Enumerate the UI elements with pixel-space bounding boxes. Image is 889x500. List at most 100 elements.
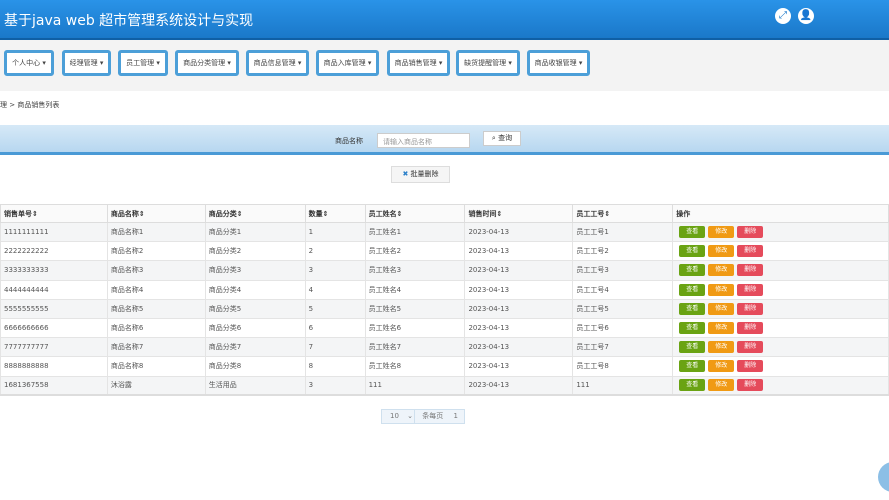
column-header[interactable]: 数量⇕ [304, 204, 366, 223]
table-cell: 3 [304, 260, 366, 281]
nav-menu-7[interactable]: 缺货提醒管理 ▾ [456, 50, 520, 76]
delete-button[interactable]: 删除 [737, 283, 764, 296]
column-header[interactable]: 商品名称⇕ [106, 204, 206, 223]
caret-down-icon: ▾ [297, 59, 302, 67]
view-button[interactable]: 查看 [679, 302, 706, 315]
table-cell: 2023-04-13 [464, 298, 574, 319]
nav-menu-2[interactable]: 员工管理 ▾ [118, 50, 168, 76]
view-button[interactable]: 查看 [679, 379, 706, 392]
column-header[interactable]: 商品分类⇕ [204, 204, 306, 223]
edit-button[interactable]: 修改 [708, 341, 735, 354]
table-cell: 2023-04-13 [464, 221, 574, 243]
batch-delete-button[interactable]: ✖ 批量删除 [391, 166, 450, 183]
sort-icon: ⇕ [604, 209, 611, 218]
view-button[interactable]: 查看 [679, 226, 706, 239]
pagination: 10 ⌄ 条每页 1 [381, 409, 465, 424]
view-button[interactable]: 查看 [679, 264, 706, 277]
view-button[interactable]: 查看 [679, 360, 706, 373]
delete-button[interactable]: 删除 [737, 226, 764, 239]
edit-button[interactable]: 修改 [708, 379, 735, 392]
user-icon[interactable]: 👤 [798, 8, 814, 24]
table-cell: 2023-04-13 [464, 375, 574, 396]
edit-button[interactable]: 修改 [708, 302, 735, 315]
edit-button[interactable]: 修改 [708, 322, 735, 335]
table-cell: 4 [304, 279, 366, 300]
table-cell: 生活用品 [204, 375, 306, 396]
nav-menu-8[interactable]: 商品收银管理 ▾ [527, 50, 590, 76]
edit-button[interactable]: 修改 [708, 264, 735, 277]
search-button[interactable]: ⌕ 查询 [483, 131, 521, 146]
close-icon: ✖ [402, 170, 411, 178]
search-input[interactable]: 请输入商品名称 [377, 133, 470, 148]
table-cell: 商品名称2 [106, 241, 206, 262]
table-row: 1681367558 沐浴露 生活用品 3 111 2023-04-13 111 查看 修改 删除 [0, 375, 889, 396]
column-header[interactable]: 销售时间⇕ [464, 204, 574, 223]
column-header[interactable]: 销售单号⇕ [0, 204, 108, 223]
edit-button[interactable]: 修改 [708, 226, 735, 239]
table-row: 2222222222 商品名称2 商品分类2 2 员工姓名2 2023-04-13 员工工号… [0, 241, 889, 262]
scroll-top-button[interactable] [878, 462, 889, 492]
column-header[interactable]: 员工姓名⇕ [364, 204, 466, 223]
table-cell: 员工姓名4 [364, 279, 466, 300]
view-button[interactable]: 查看 [679, 322, 706, 335]
nav-menu-5[interactable]: 商品入库管理 ▾ [316, 50, 379, 76]
table-cell: 商品分类5 [204, 298, 306, 319]
table-cell: 5 [304, 298, 366, 319]
delete-button[interactable]: 删除 [737, 245, 764, 258]
view-button[interactable]: 查看 [679, 341, 706, 354]
table-cell: 员工工号5 [572, 298, 674, 319]
edit-button[interactable]: 修改 [708, 360, 735, 373]
sort-icon: ⇕ [396, 209, 403, 218]
table-cell: 沐浴露 [106, 375, 206, 396]
delete-button[interactable]: 删除 [737, 341, 764, 354]
page-number[interactable]: 1 [453, 412, 457, 420]
actions-cell: 查看 修改 删除 [672, 337, 889, 358]
table-cell: 2023-04-13 [464, 337, 574, 358]
edit-button[interactable]: 修改 [708, 245, 735, 258]
page-size-select[interactable]: 10 ⌄ [382, 410, 415, 423]
table-row: 7777777777 商品名称7 商品分类7 7 员工姓名7 2023-04-13 员工工号… [0, 337, 889, 358]
table-cell: 商品分类3 [204, 260, 306, 281]
nav-menu-1[interactable]: 经理管理 ▾ [62, 50, 111, 76]
table-cell: 员工工号7 [572, 337, 674, 358]
table-row: 1111111111 商品名称1 商品分类1 1 员工姓名1 2023-04-13 员工工号… [0, 221, 889, 243]
actions-cell: 查看 修改 删除 [672, 221, 889, 243]
nav-menu-0[interactable]: 个人中心 ▾ [4, 50, 54, 76]
table-cell: 8888888888 [0, 356, 108, 377]
actions-cell: 查看 修改 删除 [672, 279, 889, 300]
actions-cell: 查看 修改 删除 [672, 298, 889, 319]
table-cell: 商品分类7 [204, 337, 306, 358]
caret-down-icon: ▾ [227, 59, 231, 67]
app-title: 基于java web 超市管理系统设计与实现 [4, 13, 254, 29]
edit-button[interactable]: 修改 [708, 283, 735, 296]
table-cell: 7 [304, 337, 366, 358]
table-cell: 员工姓名8 [364, 356, 466, 377]
delete-button[interactable]: 删除 [737, 302, 764, 315]
actions-cell: 查看 修改 删除 [672, 260, 889, 281]
breadcrumb: 理 > 商品销售列表 [0, 101, 60, 109]
table-cell: 5555555555 [0, 298, 108, 319]
table-cell: 员工工号6 [572, 317, 674, 339]
delete-button[interactable]: 删除 [737, 379, 764, 392]
table-cell: 商品名称3 [106, 260, 206, 281]
delete-button[interactable]: 删除 [737, 322, 764, 335]
table-row: 4444444444 商品名称4 商品分类4 4 员工姓名4 2023-04-13 员工工号… [0, 279, 889, 300]
table-cell: 员工姓名2 [364, 241, 466, 262]
nav-menu-3[interactable]: 商品分类管理 ▾ [175, 50, 239, 76]
view-button[interactable]: 查看 [679, 283, 706, 296]
nav-menu-4[interactable]: 商品信息管理 ▾ [246, 50, 309, 76]
table-cell: 2023-04-13 [464, 356, 574, 377]
caret-down-icon: ▾ [156, 59, 160, 67]
table-cell: 3333333333 [0, 260, 108, 281]
sort-icon: ⇕ [322, 209, 329, 218]
view-button[interactable]: 查看 [679, 245, 706, 258]
delete-button[interactable]: 删除 [737, 360, 764, 373]
table-cell: 商品名称1 [106, 221, 206, 243]
expand-icon[interactable]: ⤢ [775, 8, 791, 24]
nav-menu-6[interactable]: 商品销售管理 ▾ [387, 50, 450, 76]
table-cell: 6666666666 [0, 317, 108, 339]
table-cell: 商品分类1 [204, 221, 306, 243]
table-cell: 2023-04-13 [464, 279, 574, 300]
column-header[interactable]: 员工工号⇕ [572, 204, 674, 223]
delete-button[interactable]: 删除 [737, 264, 764, 277]
